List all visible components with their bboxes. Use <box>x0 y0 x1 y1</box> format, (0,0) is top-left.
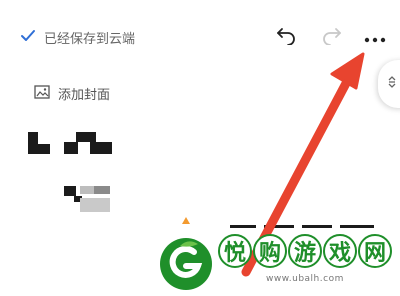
watermark-char: 游 <box>288 234 322 268</box>
watermark-logo <box>158 236 214 296</box>
watermark-char: 网 <box>358 234 392 268</box>
watermark-char: 戏 <box>323 234 357 268</box>
watermark-char: 购 <box>253 234 287 268</box>
watermark-text: 悦 购 游 戏 网 <box>218 234 392 268</box>
watermark-url: www.ubalh.com <box>266 274 344 284</box>
watermark-char: 悦 <box>218 234 252 268</box>
